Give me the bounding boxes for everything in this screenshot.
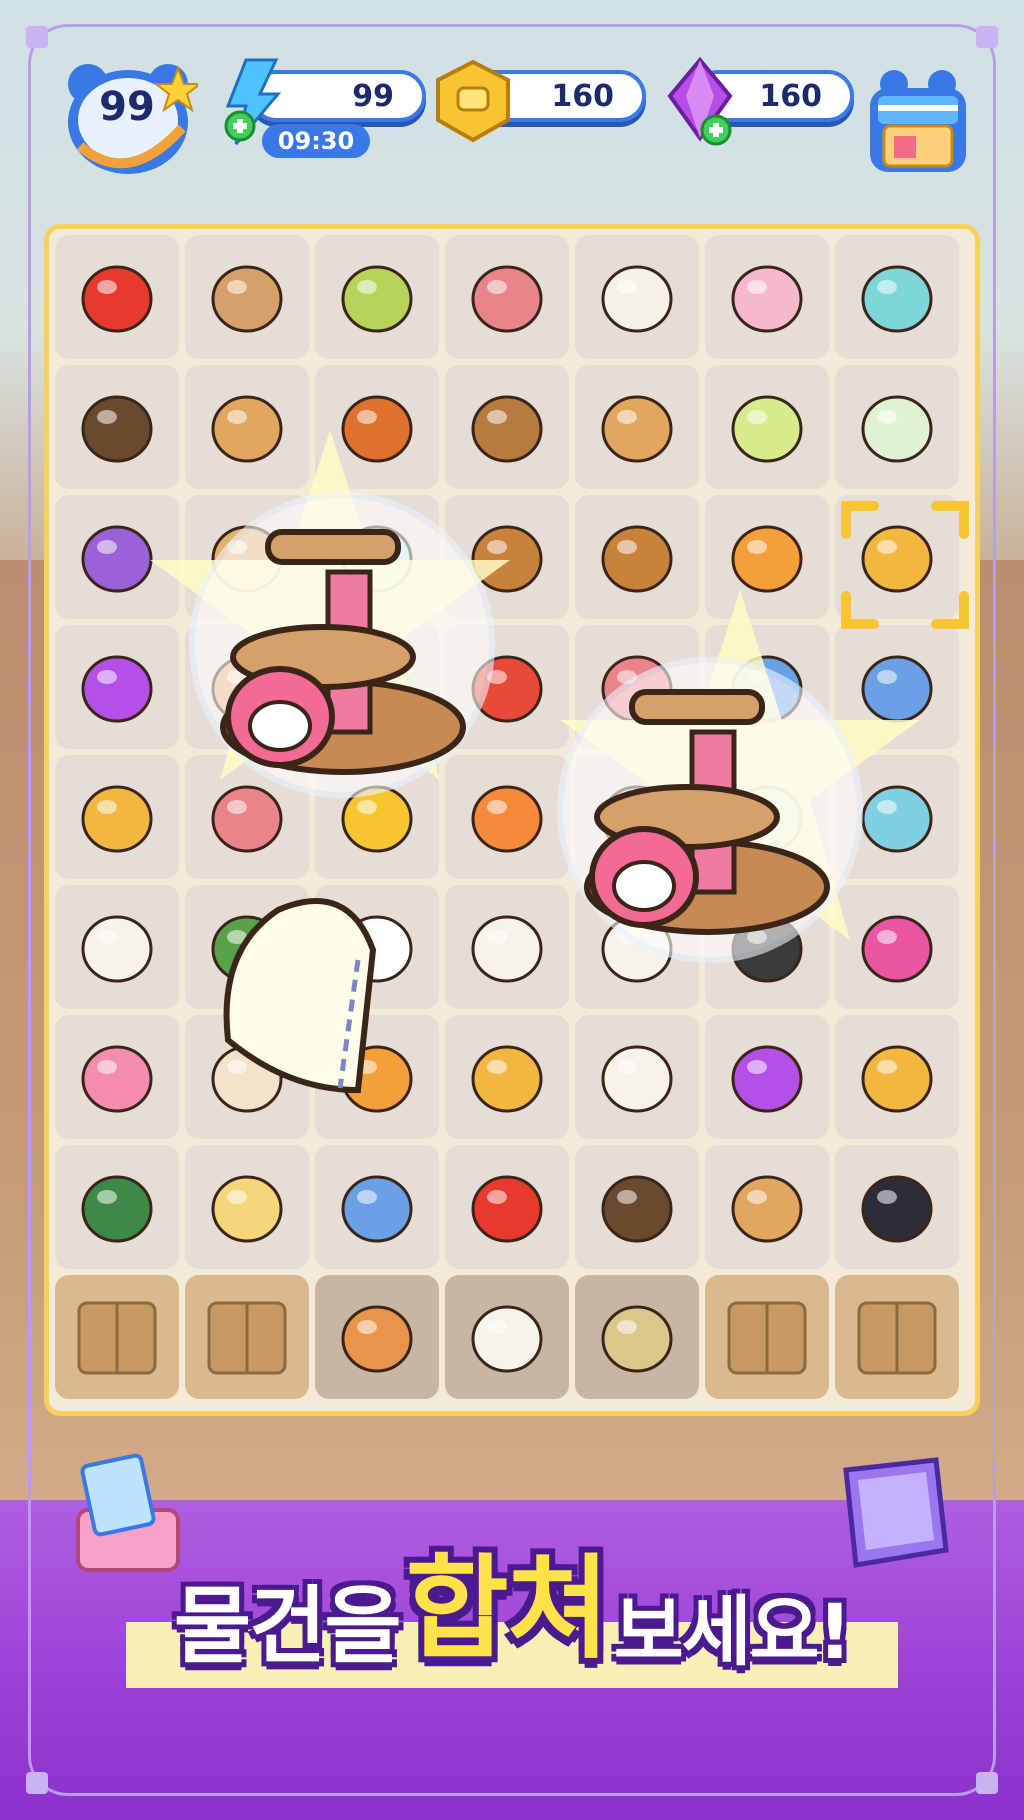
board-cell[interactable] [705, 235, 829, 359]
board-cell[interactable] [835, 1145, 959, 1269]
tomato-icon [471, 1175, 543, 1243]
cat-bell-icon [861, 1045, 933, 1113]
cream-latte-icon [601, 1045, 673, 1113]
cat-tree-large-icon[interactable] [208, 512, 478, 782]
frame-corner [976, 1772, 998, 1794]
selection-bracket [841, 501, 969, 629]
coin-value: 160 [551, 78, 614, 114]
board-cell[interactable] [55, 1015, 179, 1139]
board-cell[interactable] [55, 1145, 179, 1269]
board-cell[interactable] [315, 1275, 439, 1399]
board-cell[interactable] [705, 1275, 829, 1399]
steak-icon [471, 265, 543, 333]
gold-coin-icon [436, 59, 510, 143]
board-cell[interactable] [705, 1015, 829, 1139]
cat-bell-icon [471, 1045, 543, 1113]
banner-text-1: 물건을 [173, 1577, 402, 1675]
board-cell[interactable] [575, 1275, 699, 1399]
black-dog-icon [861, 1175, 933, 1243]
box-icon [727, 1301, 807, 1375]
flower-cage-icon [601, 1305, 673, 1373]
board-cell[interactable] [445, 1145, 569, 1269]
frame-corner [976, 26, 998, 48]
teapot-icon [341, 265, 413, 333]
box-icon [857, 1301, 937, 1375]
energy-value: 99 [352, 78, 394, 114]
frame-corner [26, 26, 48, 48]
board-cell[interactable] [575, 365, 699, 489]
pink-cat-icon [731, 265, 803, 333]
shop-stall-icon [870, 70, 966, 172]
shop-button[interactable] [860, 66, 976, 176]
level-number: 99 [99, 84, 155, 130]
energy-timer-text: 09:30 [277, 127, 355, 155]
coffee-cup-icon [601, 1175, 673, 1243]
box-icon [77, 1301, 157, 1375]
cream-latte-icon [471, 1305, 543, 1373]
board-cell[interactable] [575, 1145, 699, 1269]
gem-value: 160 [759, 78, 822, 114]
banner-text-2: 합쳐 [405, 1544, 610, 1674]
soap-icon [861, 265, 933, 333]
banner-text-3: 보세요! [613, 1587, 852, 1676]
cream-latte-icon [81, 915, 153, 983]
energy-timer: 09:30 [262, 124, 370, 158]
meat-fridge-icon [341, 1175, 413, 1243]
board-cell[interactable] [315, 1145, 439, 1269]
board-cell[interactable] [445, 235, 569, 359]
banner-title: 물건을 합쳐 보세요! [126, 1540, 898, 1680]
board-cell[interactable] [445, 1275, 569, 1399]
board-cell[interactable] [55, 235, 179, 359]
purple-gem-icon [667, 56, 733, 146]
board-cell[interactable] [575, 235, 699, 359]
bun-icon [731, 1175, 803, 1243]
blonde-girl-icon [211, 1175, 283, 1243]
board-cell[interactable] [835, 235, 959, 359]
tomato-icon [81, 265, 153, 333]
frame-corner [26, 1772, 48, 1794]
board-cell[interactable] [315, 235, 439, 359]
bun-icon [601, 395, 673, 463]
board-cell[interactable] [575, 1015, 699, 1139]
cat-tree-icon [211, 265, 283, 333]
board-cell[interactable] [185, 1275, 309, 1399]
board-cell[interactable] [445, 1015, 569, 1139]
board-cell[interactable] [835, 1275, 959, 1399]
board-cell[interactable] [185, 1145, 309, 1269]
board-cell[interactable] [705, 365, 829, 489]
level-badge[interactable]: 99 [60, 58, 203, 182]
cat-bed-icon [81, 1045, 153, 1113]
board-cell[interactable] [705, 1145, 829, 1269]
tutorial-pointer-icon [223, 898, 377, 1094]
shiba-dog-icon [341, 1305, 413, 1373]
lemon-tea-icon [731, 395, 803, 463]
coffee-machine-icon [81, 1175, 153, 1243]
box-icon [207, 1301, 287, 1375]
board-cell[interactable] [185, 235, 309, 359]
board-cell[interactable] [55, 1275, 179, 1399]
cat-tree-large-icon[interactable] [572, 672, 842, 942]
board-cell[interactable] [835, 365, 959, 489]
purple-gem-icon [731, 1045, 803, 1113]
cockatoo-icon [601, 265, 673, 333]
board-cell[interactable] [835, 1015, 959, 1139]
board-cell[interactable] [55, 885, 179, 1009]
tea-bag-icon [861, 395, 933, 463]
